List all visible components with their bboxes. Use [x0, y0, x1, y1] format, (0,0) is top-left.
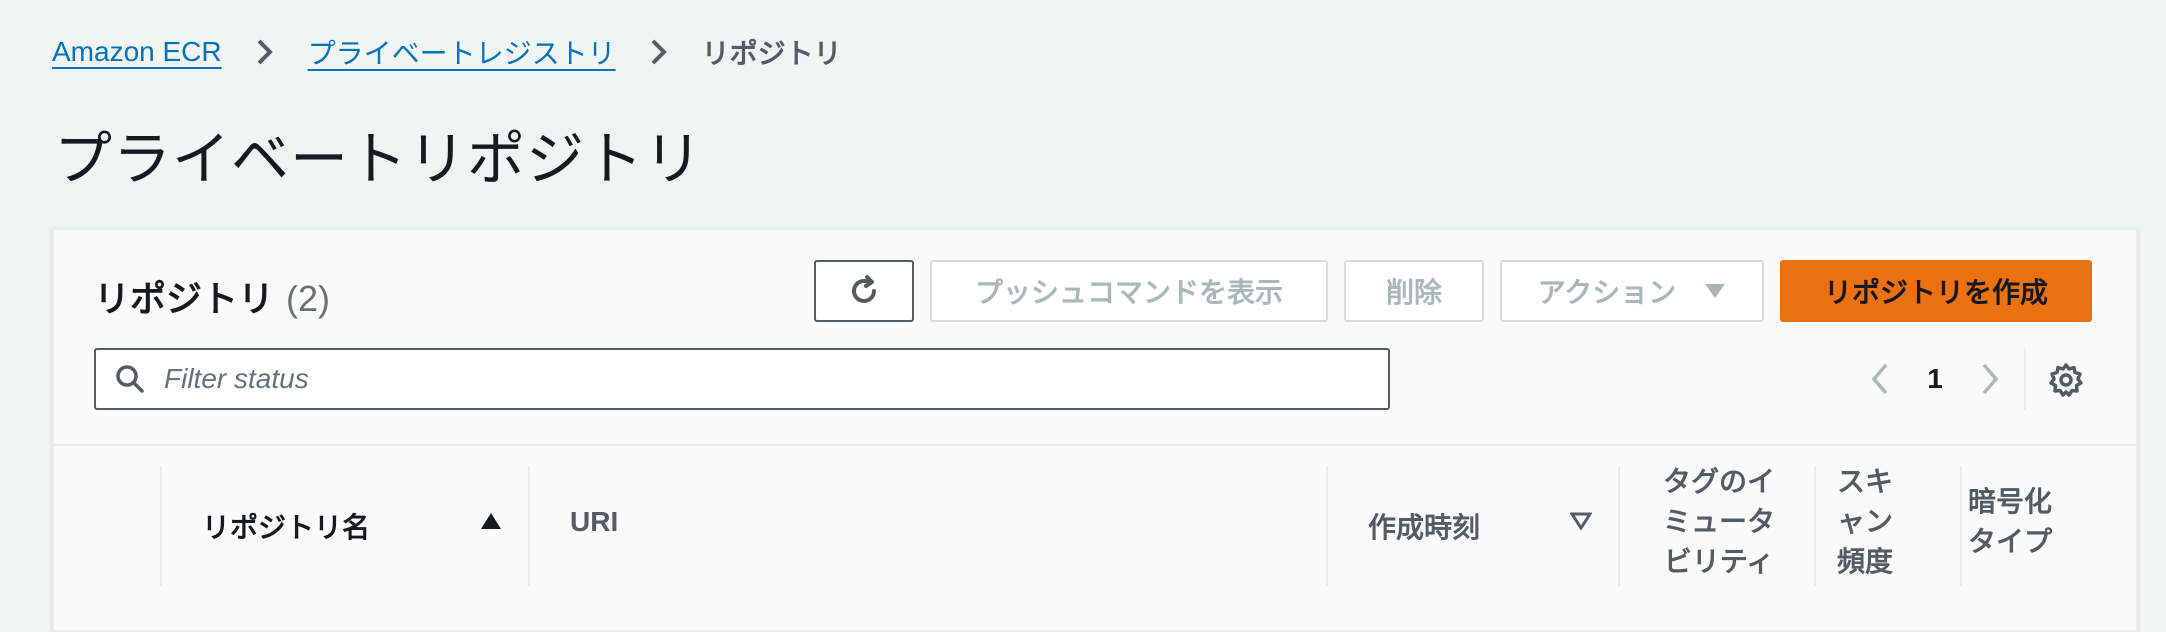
refresh-icon [846, 273, 882, 309]
breadcrumb: Amazon ECR プライベートレジストリ リポジトリ [52, 30, 842, 74]
breadcrumb-link-private-registry[interactable]: プライベートレジストリ [308, 32, 616, 72]
chevron-right-icon [642, 35, 676, 69]
header-line: ャン [1836, 506, 1893, 537]
column-header-tag-immutability[interactable]: タグのイ ミュータ ビリティ [1654, 462, 1784, 582]
column-header-scan-frequency[interactable]: スキ ャン 頻度 [1820, 462, 1910, 582]
header-line: 暗号化 [1967, 486, 2052, 517]
breadcrumb-link-amazon-ecr[interactable]: Amazon ECR [52, 36, 222, 68]
create-repository-button[interactable]: リポジトリを作成 [1780, 260, 2092, 322]
column-header-repository-name[interactable]: リポジトリ名 [202, 506, 370, 546]
chevron-right-icon [248, 35, 282, 69]
pagination-divider [2024, 348, 2026, 410]
search-icon [112, 361, 148, 397]
column-separator [528, 466, 530, 586]
filter-status-input[interactable] [162, 362, 1346, 396]
chevron-right-icon[interactable] [1970, 359, 2010, 399]
sort-ascending-icon[interactable] [480, 512, 502, 535]
repositories-panel: リポジトリ (2) プッシュコマンドを表示 削除 アクション リポジトリを作成 [52, 228, 2138, 632]
pagination-current-page[interactable]: 1 [1900, 363, 1970, 395]
sort-descending-icon[interactable] [1569, 512, 1593, 535]
panel-title: リポジトリ [94, 278, 275, 319]
table-top-divider [54, 444, 2136, 446]
view-push-commands-button[interactable]: プッシュコマンドを表示 [930, 260, 1328, 322]
gear-icon[interactable] [2046, 360, 2086, 400]
column-separator [1618, 466, 1620, 586]
header-line: スキ [1836, 466, 1893, 497]
column-separator [1326, 466, 1328, 586]
header-line: 頻度 [1836, 546, 1893, 577]
repository-count: (2) [286, 278, 331, 319]
refresh-button[interactable] [814, 260, 914, 322]
header-line: ミュータ [1662, 506, 1775, 537]
column-header-encryption-type[interactable]: 暗号化 タイプ [1950, 482, 2070, 562]
breadcrumb-current: リポジトリ [701, 38, 842, 69]
column-header-created-at[interactable]: 作成時刻 [1368, 506, 1480, 546]
chevron-left-icon[interactable] [1860, 359, 1900, 399]
header-line: ビリティ [1663, 546, 1775, 577]
header-line: タグのイ [1662, 466, 1775, 497]
column-separator [1814, 466, 1816, 586]
actions-label: アクション [1537, 277, 1677, 308]
page-title: プライベートリポジトリ [54, 127, 704, 192]
panel-header: リポジトリ (2) [94, 270, 330, 322]
pagination: 1 [1860, 354, 2010, 404]
filter-search-box [94, 348, 1390, 410]
column-separator [160, 466, 162, 586]
column-header-uri[interactable]: URI [570, 506, 618, 538]
delete-button[interactable]: 削除 [1344, 260, 1484, 322]
caret-down-icon [1704, 283, 1726, 299]
actions-dropdown-button[interactable]: アクション [1500, 260, 1764, 322]
header-line: タイプ [1967, 526, 2052, 557]
